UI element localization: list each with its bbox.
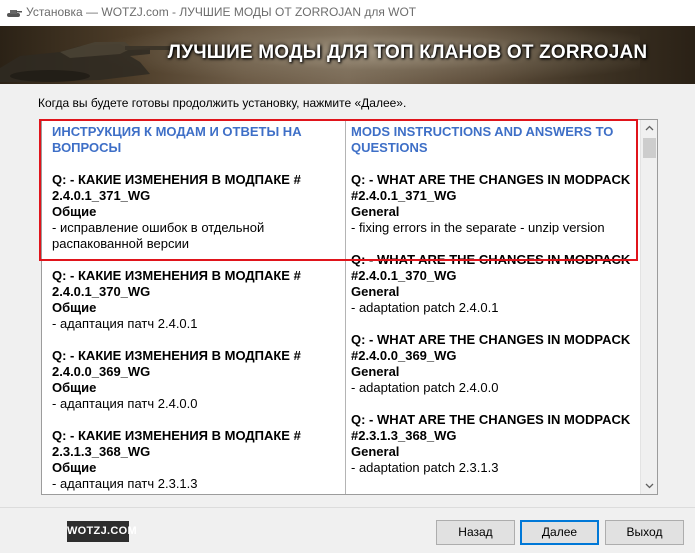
column-divider bbox=[345, 120, 346, 494]
english-heading: MODS INSTRUCTIONS AND ANSWERS TO QUESTIO… bbox=[351, 124, 614, 155]
entry-category: General bbox=[351, 204, 400, 219]
list-item: Q: - КАКИЕ ИЗМЕНЕНИЯ В МОДПАКЕ # 2.4.0.0… bbox=[52, 348, 342, 412]
list-item: Q: - WHAT ARE THE CHANGES IN MODPACK #2.… bbox=[351, 252, 641, 316]
entry-category: General bbox=[351, 444, 400, 459]
scrollbar-thumb[interactable] bbox=[643, 138, 656, 158]
entry-question: Q: - WHAT ARE THE CHANGES IN MODPACK #2.… bbox=[351, 412, 631, 443]
entry-category: General bbox=[351, 284, 400, 299]
entry-question: Q: - КАКИЕ ИЗМЕНЕНИЯ В МОДПАКЕ # 2.4.0.1… bbox=[52, 172, 301, 203]
brand-logo: WOTZJ.COM bbox=[67, 521, 137, 542]
entry-question: Q: - WHAT ARE THE CHANGES IN MODPACK #2.… bbox=[351, 252, 631, 283]
entry-category: Общие bbox=[52, 204, 97, 219]
window-title: Установка — WOTZJ.com - ЛУЧШИЕ МОДЫ ОТ Z… bbox=[26, 5, 417, 19]
entry-question: Q: - КАКИЕ ИЗМЕНЕНИЯ В МОДПАКЕ # 2.4.0.0… bbox=[52, 348, 301, 379]
entry-question: Q: - КАКИЕ ИЗМЕНЕНИЯ В МОДПАКЕ # 2.4.0.1… bbox=[52, 268, 301, 299]
instruction-text: Когда вы будете готовы продолжить устано… bbox=[38, 96, 407, 110]
entry-category: Общие bbox=[52, 380, 97, 395]
banner-title: ЛУЧШИЕ МОДЫ ДЛЯ ТОП КЛАНОВ ОТ ZORROJAN bbox=[167, 42, 648, 63]
entry-description: - fixing errors in the separate - unzip … bbox=[351, 220, 605, 235]
info-panel[interactable]: ИНСТРУКЦИЯ К МОДАМ И ОТВЕТЫ НА ВОПРОСЫ Q… bbox=[41, 119, 658, 495]
title-bar: Установка — WOTZJ.com - ЛУЧШИЕ МОДЫ ОТ Z… bbox=[0, 0, 695, 26]
list-item: Q: - WHAT ARE THE CHANGES IN MODPACK #2.… bbox=[351, 172, 641, 236]
english-column: MODS INSTRUCTIONS AND ANSWERS TO QUESTIO… bbox=[351, 124, 641, 492]
entry-description: - исправление ошибок в отдельной распако… bbox=[52, 220, 265, 251]
russian-heading: ИНСТРУКЦИЯ К МОДАМ И ОТВЕТЫ НА ВОПРОСЫ bbox=[52, 124, 302, 155]
entry-description: - адаптация патч 2.4.0.1 bbox=[52, 316, 198, 331]
chevron-up-icon[interactable] bbox=[641, 120, 658, 137]
list-item: Q: - WHAT ARE THE CHANGES IN MODPACK #2.… bbox=[351, 332, 641, 396]
entry-description: - адаптация патч 2.3.1.3 bbox=[52, 476, 198, 491]
entry-question: Q: - WHAT ARE THE CHANGES IN MODPACK #2.… bbox=[351, 332, 631, 363]
list-item: Q: - КАКИЕ ИЗМЕНЕНИЯ В МОДПАКЕ # 2.4.0.1… bbox=[52, 172, 342, 252]
next-button[interactable]: Далее bbox=[520, 520, 599, 545]
entry-description: - adaptation patch 2.4.0.0 bbox=[351, 380, 499, 395]
tank-icon bbox=[7, 10, 22, 17]
footer-divider bbox=[0, 507, 695, 508]
entry-question: Q: - WHAT ARE THE CHANGES IN MODPACK #2.… bbox=[351, 172, 631, 203]
entry-category: General bbox=[351, 364, 400, 379]
entry-description: - adaptation patch 2.4.0.1 bbox=[351, 300, 499, 315]
back-button[interactable]: Назад bbox=[436, 520, 515, 545]
list-item: Q: - WHAT ARE THE CHANGES IN MODPACK #2.… bbox=[351, 412, 641, 476]
russian-column: ИНСТРУКЦИЯ К МОДАМ И ОТВЕТЫ НА ВОПРОСЫ Q… bbox=[52, 124, 342, 494]
list-item: Q: - КАКИЕ ИЗМЕНЕНИЯ В МОДПАКЕ # 2.3.1.3… bbox=[52, 428, 342, 492]
header-banner: ЛУЧШИЕ МОДЫ ДЛЯ ТОП КЛАНОВ ОТ ZORROJAN bbox=[0, 26, 695, 84]
vertical-scrollbar[interactable] bbox=[640, 120, 658, 494]
chevron-down-icon[interactable] bbox=[641, 477, 658, 494]
exit-button[interactable]: Выход bbox=[605, 520, 684, 545]
entry-description: - адаптация патч 2.4.0.0 bbox=[52, 396, 198, 411]
entry-category: Общие bbox=[52, 460, 97, 475]
entry-question: Q: - КАКИЕ ИЗМЕНЕНИЯ В МОДПАКЕ # 2.3.1.3… bbox=[52, 428, 301, 459]
entry-description: - adaptation patch 2.3.1.3 bbox=[351, 460, 499, 475]
list-item: Q: - КАКИЕ ИЗМЕНЕНИЯ В МОДПАКЕ # 2.4.0.1… bbox=[52, 268, 342, 332]
entry-category: Общие bbox=[52, 300, 97, 315]
